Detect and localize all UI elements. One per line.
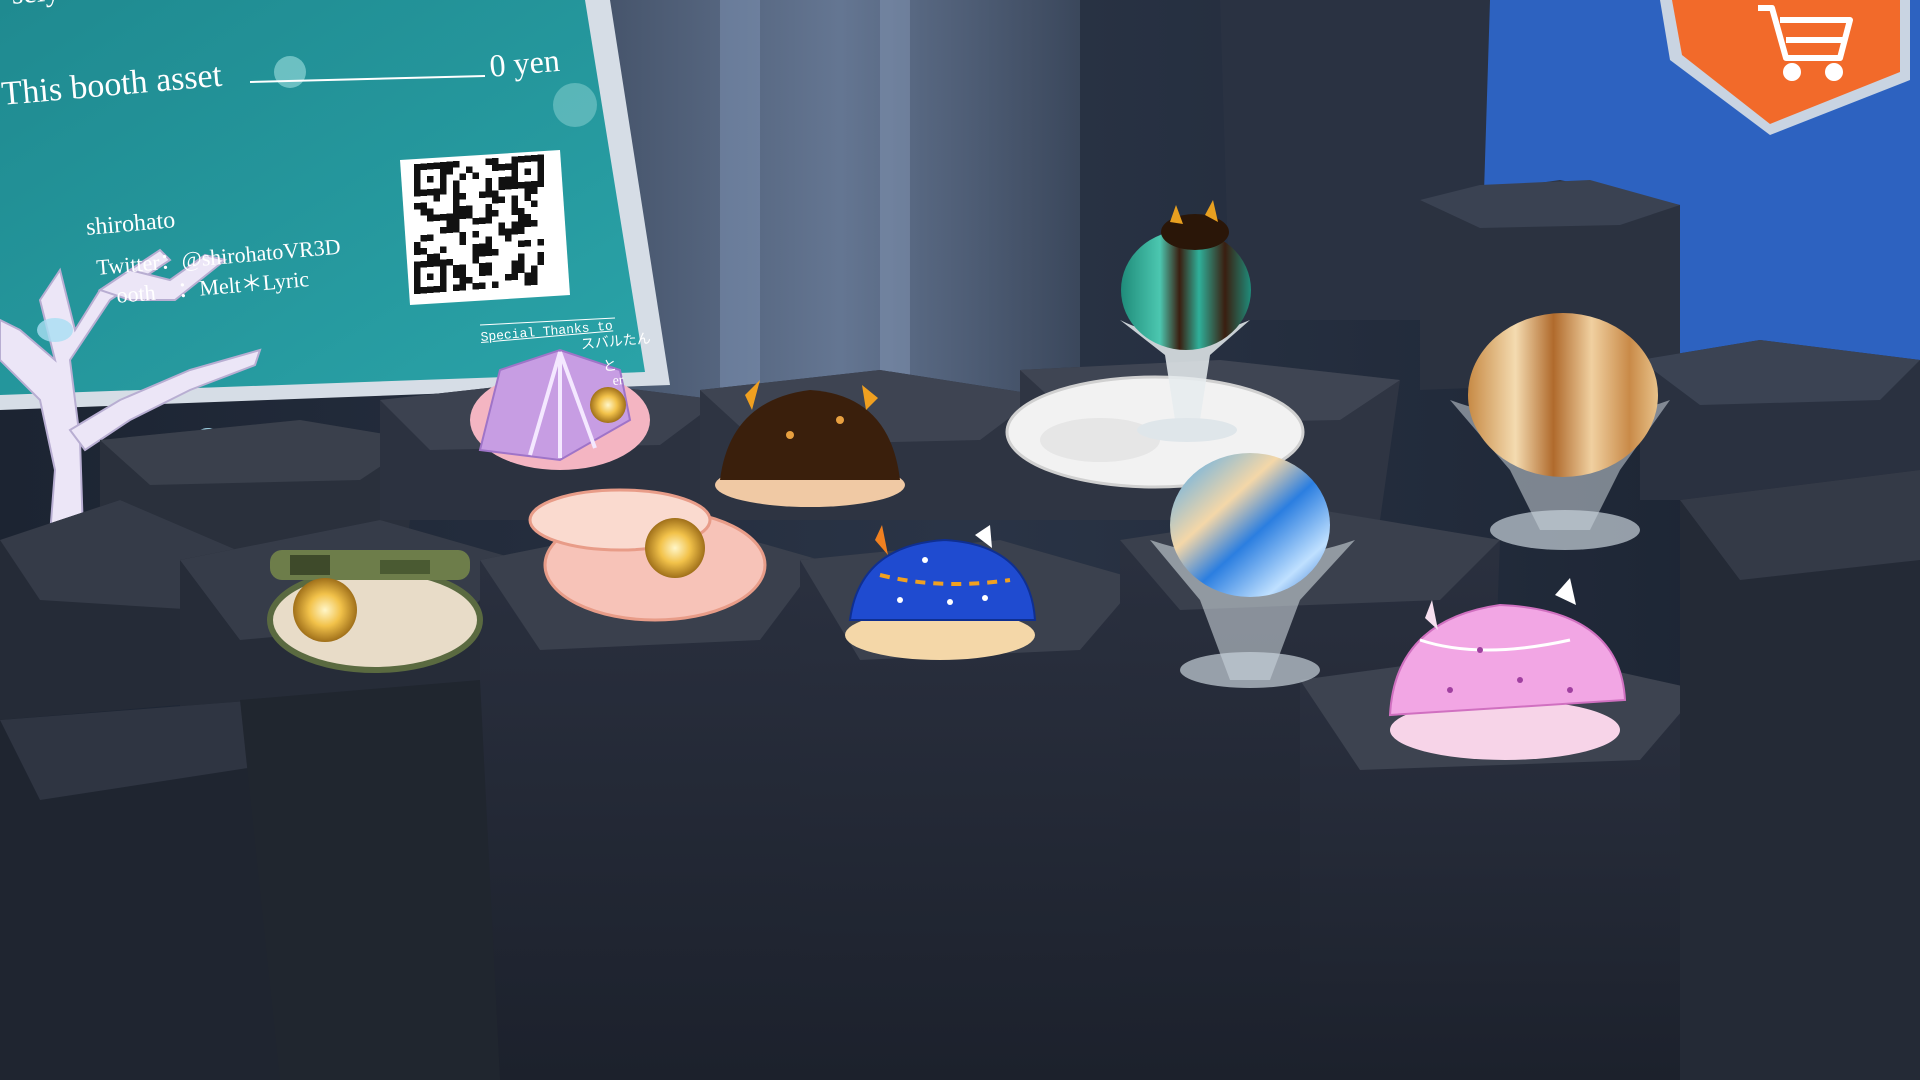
info-sign-board — [0, 0, 670, 410]
shop-cart-button[interactable] — [1650, 0, 1920, 140]
sign-thanks-name-3: er — [612, 373, 625, 389]
game-scene — [0, 0, 1920, 1080]
qr-code — [400, 150, 570, 305]
camo-clam-pearl[interactable] — [267, 550, 483, 673]
sign-price: 0 yen — [488, 41, 562, 84]
